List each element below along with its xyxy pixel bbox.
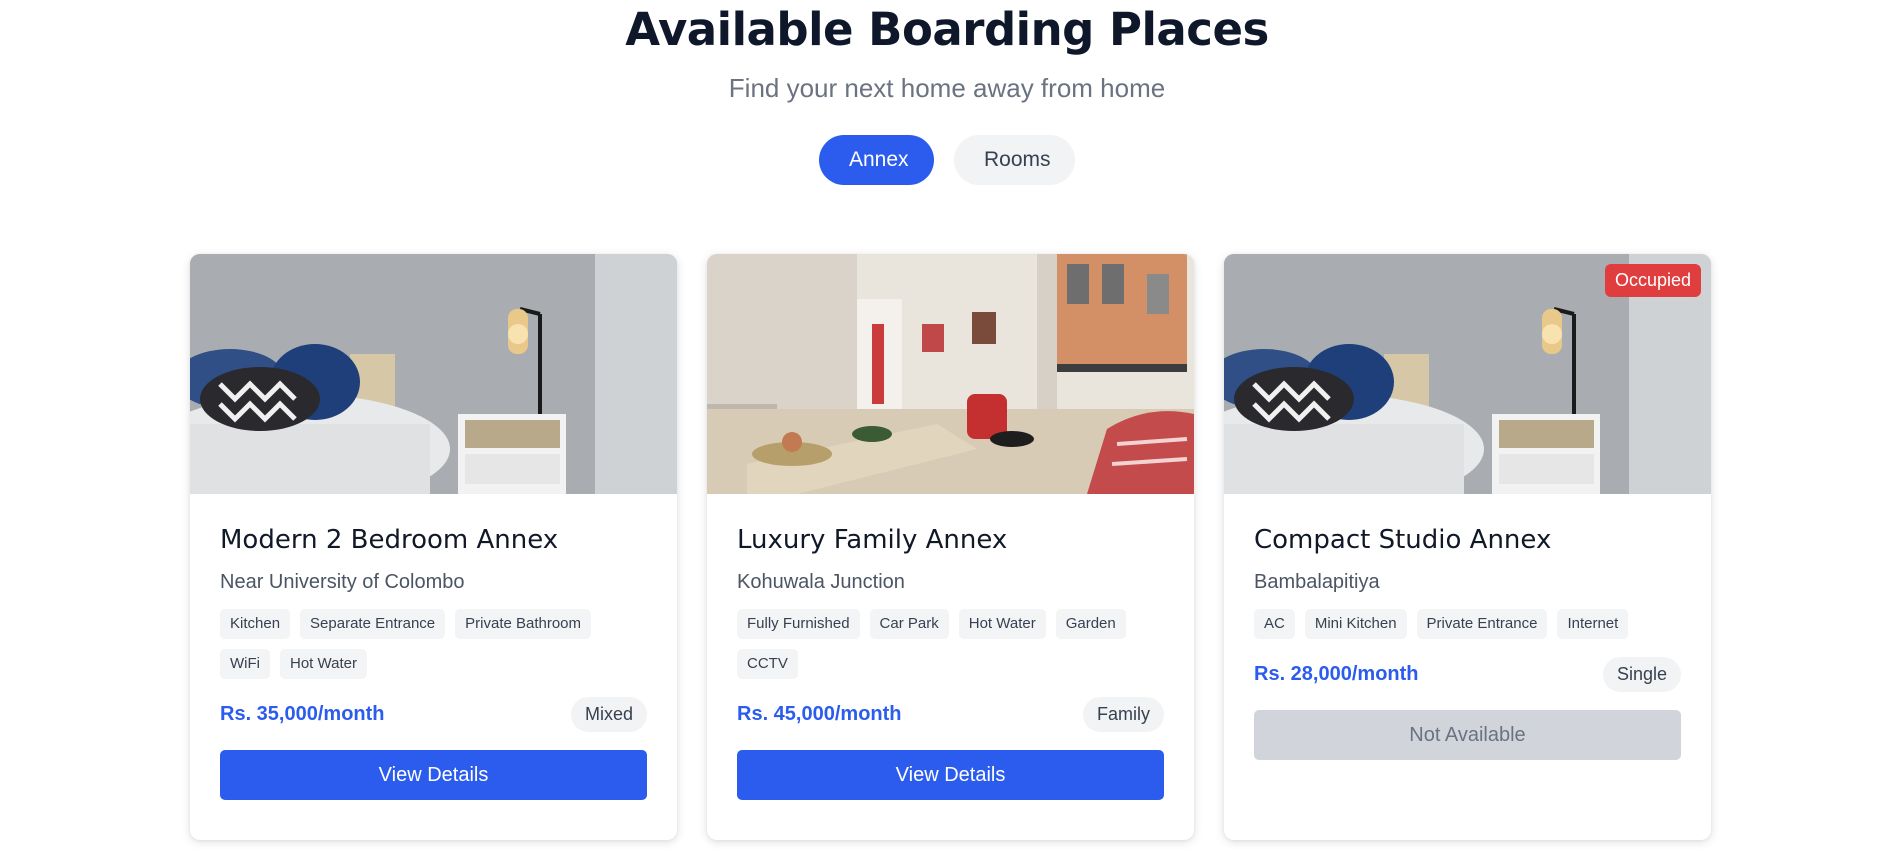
amenity-tag: Internet xyxy=(1557,609,1629,639)
amenity-tag: Separate Entrance xyxy=(300,609,446,639)
amenity-tag: CCTV xyxy=(737,649,798,679)
bedroom-photo xyxy=(190,254,677,494)
listing-price: Rs. 28,000/month xyxy=(1254,663,1419,685)
amenity-tag: Private Bathroom xyxy=(455,609,592,639)
amenity-tag: Fully Furnished xyxy=(737,609,860,639)
living-room-photo xyxy=(707,254,1194,494)
page-subtitle: Find your next home away from home xyxy=(728,73,1166,103)
amenity-tag: Garden xyxy=(1055,609,1126,639)
listing-location: Kohuwala Junction xyxy=(737,571,905,593)
listing-price: Rs. 45,000/month xyxy=(737,703,902,725)
amenity-tags: AC Mini Kitchen Private Entrance Interne… xyxy=(1254,609,1681,639)
occupied-status-badge: Occupied xyxy=(1604,264,1701,297)
listing-card: Occupied Compact Studio Annex Bambalapit… xyxy=(1224,254,1711,840)
listing-card: Luxury Family Annex Kohuwala Junction Fu… xyxy=(707,254,1194,840)
amenity-tags: Fully Furnished Car Park Hot Water Garde… xyxy=(737,609,1164,679)
amenity-tags: Kitchen Separate Entrance Private Bathro… xyxy=(220,609,647,679)
page-header: Available Boarding Places Find your next… xyxy=(0,2,1894,104)
listing-location: Bambalapitiya xyxy=(1254,571,1380,593)
amenity-tag: Car Park xyxy=(869,609,949,639)
listing-photo[interactable]: Occupied xyxy=(1224,254,1711,494)
rooms-filter-button[interactable]: Rooms xyxy=(954,135,1075,185)
annex-filter-button[interactable]: Annex xyxy=(819,135,934,185)
amenity-tag: AC xyxy=(1254,609,1295,639)
view-details-button[interactable]: View Details xyxy=(737,750,1164,800)
listing-title[interactable]: Luxury Family Annex xyxy=(737,524,1164,556)
occupancy-type-badge: Single xyxy=(1602,657,1681,692)
amenity-tag: Hot Water xyxy=(280,649,367,679)
filter-tabs: Annex Rooms xyxy=(0,135,1894,185)
occupancy-type-badge: Family xyxy=(1083,697,1164,732)
listings-grid: Modern 2 Bedroom Annex Near University o… xyxy=(190,254,1711,840)
listing-price: Rs. 35,000/month xyxy=(220,703,385,725)
not-available-button[interactable]: Not Available xyxy=(1254,710,1681,760)
price-row: Rs. 28,000/month Single xyxy=(1254,657,1681,692)
page: Available Boarding Places Find your next… xyxy=(0,2,1894,853)
price-row: Rs. 45,000/month Family xyxy=(737,697,1164,732)
price-row: Rs. 35,000/month Mixed xyxy=(220,697,647,732)
page-title: Available Boarding Places xyxy=(625,3,1269,56)
amenity-tag: WiFi xyxy=(220,649,270,679)
listing-location: Near University of Colombo xyxy=(220,571,465,593)
amenity-tag: Hot Water xyxy=(958,609,1046,639)
amenity-tag: Private Entrance xyxy=(1416,609,1548,639)
view-details-button[interactable]: View Details xyxy=(220,750,647,800)
listing-card: Modern 2 Bedroom Annex Near University o… xyxy=(190,254,677,840)
listing-photo[interactable] xyxy=(707,254,1194,494)
occupancy-type-badge: Mixed xyxy=(570,697,647,732)
listing-title[interactable]: Modern 2 Bedroom Annex xyxy=(220,524,647,556)
amenity-tag: Kitchen xyxy=(220,609,291,639)
amenity-tag: Mini Kitchen xyxy=(1304,609,1407,639)
listing-title[interactable]: Compact Studio Annex xyxy=(1254,524,1681,556)
listing-photo[interactable] xyxy=(190,254,677,494)
